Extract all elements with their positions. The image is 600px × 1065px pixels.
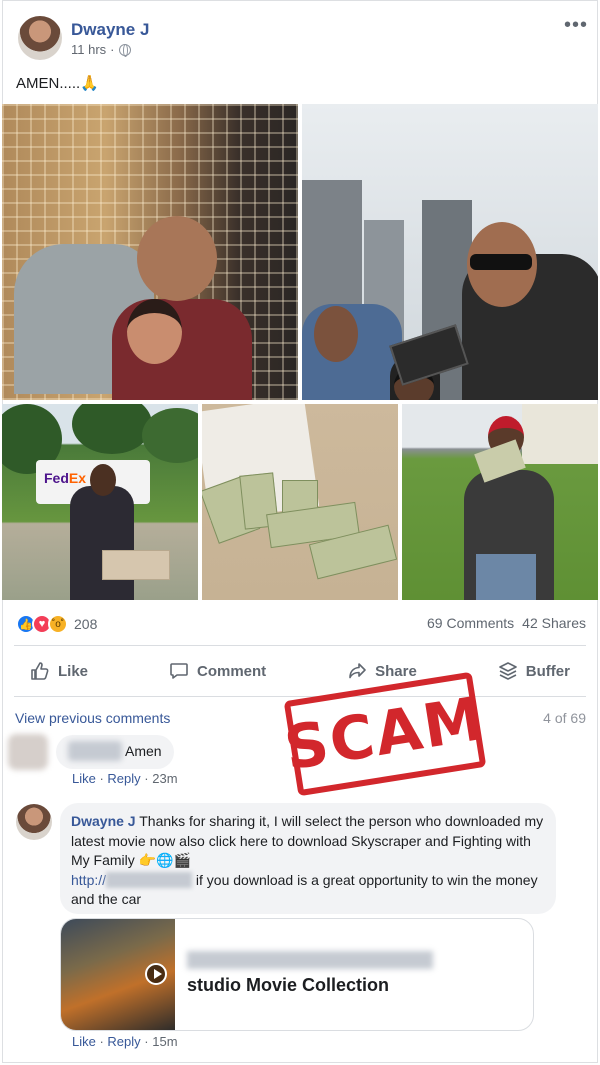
post-text: AMEN.....🙏 [16,75,99,92]
comment-time: 23m [152,771,178,786]
link-preview-title: studio Movie Collection [187,975,390,995]
divider [14,696,586,697]
jeans [476,554,536,600]
thumbs-up-icon [31,662,49,680]
tree [72,404,152,454]
comment-button[interactable]: Comment [155,661,280,681]
comments-pagination: 4 of 69 [543,710,586,726]
share-icon [349,663,366,679]
photo-money-fan[interactable] [402,404,598,600]
girl-head [127,299,182,364]
man-head [137,216,217,301]
comment-link-blurred[interactable] [106,871,193,888]
comment-link-prefix[interactable]: http:// [71,872,106,888]
author-avatar[interactable] [18,16,62,60]
sunglasses [470,254,532,270]
link-preview-domain-blurred [187,951,433,969]
commenter-avatar-blurred[interactable] [8,734,48,770]
tree [142,408,198,463]
buffer-icon [498,662,517,680]
share-button[interactable]: Share [333,661,431,681]
share-label: Share [375,662,417,680]
more-options-button[interactable]: ••• [564,14,588,37]
comment-like-link[interactable]: Like [72,771,96,786]
package-box [102,550,170,580]
comment-actions: Like · Reply · 23m [72,771,178,786]
like-label: Like [58,662,89,680]
comment-body: Dwayne J Thanks for sharing it, I will s… [71,812,549,910]
shares-count[interactable]: 42 Shares [522,615,586,631]
commenter-name-blurred[interactable] [68,741,122,761]
photo-cash[interactable] [202,404,398,600]
action-bar: Like Comment Share Buffer [16,653,584,689]
meta-separator: · [110,42,115,57]
comment-reply-link[interactable]: Reply [107,1034,140,1049]
comment-like-link[interactable]: Like [72,1034,96,1049]
view-previous-comments-link[interactable]: View previous comments [15,710,170,726]
reaction-count[interactable]: 208 [74,616,97,632]
author-name[interactable]: Dwayne J [71,20,149,40]
link-preview-image [61,919,175,1030]
comment-actions: Like · Reply · 15m [72,1034,178,1049]
scam-stamp-text: SCAM [280,683,490,785]
driver [70,486,134,600]
photo-tablet[interactable] [302,104,598,400]
link-preview-card[interactable]: studio Movie Collection [60,918,534,1031]
fedex-logo: FedEx [44,470,87,486]
reaction-summary[interactable]: 👍 ♥ ˚o˚ 208 [16,614,97,634]
divider [14,645,586,646]
commenter-avatar[interactable] [16,804,52,840]
post-meta: 11 hrs · [71,42,131,57]
commenter-name[interactable]: Dwayne J [71,813,136,829]
like-button[interactable]: Like [16,661,102,681]
play-icon [145,963,167,985]
engagement-counts: 69 Comments 42 Shares [427,615,586,631]
globe-icon [118,43,131,57]
comment-label: Comment [196,662,267,680]
buffer-label: Buffer [525,662,570,680]
post-time[interactable]: 11 hrs [71,42,106,57]
driver-head [90,464,116,496]
comment-text: Amen [125,743,162,759]
house [522,404,598,464]
wow-reaction-icon: ˚o˚ [48,614,68,634]
girl-head [314,306,358,362]
comment-time: 15m [152,1034,178,1049]
comment-reply-link[interactable]: Reply [107,771,140,786]
comment-icon [170,663,188,679]
photo-hug[interactable] [2,104,298,400]
comment-text: Thanks for sharing it, I will select the… [71,813,544,868]
comments-count[interactable]: 69 Comments [427,615,514,631]
buffer-button[interactable]: Buffer [484,661,584,681]
photo-fedex[interactable]: FedEx [2,404,198,600]
